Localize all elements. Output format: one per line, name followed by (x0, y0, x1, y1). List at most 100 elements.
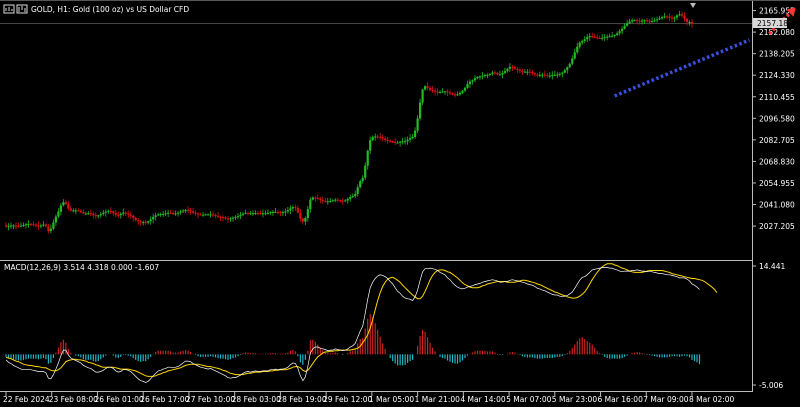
candle-body (468, 81, 472, 85)
candle-body (331, 200, 334, 202)
candle-body (174, 213, 177, 215)
candle-body (172, 213, 175, 215)
candle-body (299, 212, 302, 219)
time-tick-label: 28 Feb 03:00 (232, 395, 281, 404)
candle-body (241, 213, 245, 215)
candle-body (591, 36, 594, 38)
candle-body (269, 212, 272, 214)
chart-background (0, 0, 800, 407)
candle-body (294, 207, 297, 209)
candle-body (668, 16, 671, 18)
current-price-label: 2157.183 (757, 19, 793, 28)
candle-body (142, 222, 145, 224)
candle-body (521, 71, 524, 73)
candle-body (74, 210, 77, 212)
candle-body (117, 214, 120, 216)
candle-body (179, 211, 182, 213)
candle-body (481, 75, 484, 77)
candle-body (219, 216, 222, 218)
candle-body (451, 93, 454, 95)
candle-body (578, 42, 581, 47)
candle-body (621, 28, 624, 32)
candle-body (361, 177, 364, 182)
candle-body (498, 74, 502, 76)
candle-body (561, 72, 564, 74)
candle-body (216, 215, 220, 217)
candle-body (441, 91, 444, 93)
candle-body (82, 212, 85, 214)
candle-body (433, 90, 437, 92)
candle-body (488, 73, 492, 75)
candle-body (558, 73, 561, 75)
candle-body (209, 214, 212, 216)
candle-body (603, 37, 606, 39)
price-tick-label: 2054.955 (759, 179, 795, 188)
candle-body (399, 141, 402, 143)
candle-body (463, 87, 467, 91)
candle-body (231, 217, 235, 219)
candle-body (448, 92, 452, 94)
candle-body (531, 71, 534, 74)
candle-body (226, 218, 230, 220)
price-tick-label: 2068.830 (759, 157, 795, 166)
candle-body (675, 15, 679, 18)
candle-body (391, 141, 394, 143)
candle-body (401, 141, 404, 143)
candle-body (316, 197, 319, 199)
candle-body (92, 213, 95, 216)
price-tick-label: 2152.080 (759, 28, 795, 37)
candle-body (59, 205, 62, 212)
candle-body (319, 198, 322, 200)
candle-body (404, 141, 407, 143)
candle-body (127, 213, 130, 215)
candle-body (72, 210, 75, 212)
candle-body (673, 17, 676, 19)
price-tick-label: 2096.580 (759, 114, 795, 123)
candle-body (471, 80, 474, 82)
candle-body (506, 68, 509, 72)
candle-body (641, 20, 644, 22)
candle-body (69, 208, 72, 211)
candle-body (224, 217, 227, 219)
price-tick-label: 2041.080 (759, 201, 795, 210)
candle-body (453, 94, 457, 96)
candle-body (501, 72, 504, 75)
candle-body (613, 35, 616, 37)
time-tick-label: 7 Mar 09:00 (643, 395, 689, 404)
price-chart[interactable]: GOLD, H1: Gold (100 oz) vs US Dollar CFD… (0, 0, 800, 407)
candle-body (493, 72, 497, 74)
candle-body (104, 211, 107, 213)
candle-body (182, 210, 185, 212)
candle-body (336, 199, 339, 201)
candle-body (14, 225, 18, 227)
candle-body (37, 225, 40, 227)
candle-body (157, 214, 160, 216)
candle-body (291, 207, 294, 209)
candle-body (598, 37, 601, 39)
time-tick-label: 22 Feb 2024 (3, 395, 50, 404)
candle-body (551, 75, 554, 77)
candle-body (249, 213, 252, 215)
candle-body (324, 200, 327, 202)
candle-body (49, 228, 53, 232)
candle-body (473, 78, 477, 81)
candle-body (189, 210, 192, 212)
candle-body (17, 225, 20, 227)
candle-body (32, 224, 35, 226)
candle-body (518, 70, 521, 72)
candle-body (62, 202, 65, 206)
candle-body (334, 199, 337, 201)
candle-body (77, 210, 80, 212)
candle-body (643, 20, 646, 22)
candle-body (576, 46, 579, 53)
time-tick-label: 23 Feb 08:00 (49, 395, 98, 404)
candle-body (109, 210, 112, 212)
candle-body (311, 197, 314, 200)
candle-body (204, 214, 207, 216)
price-tick-label: 2110.455 (759, 93, 795, 102)
candle-body (418, 102, 422, 119)
candle-body (491, 72, 494, 74)
candle-body (149, 219, 152, 222)
candle-body (663, 16, 666, 18)
candle-body (426, 86, 429, 88)
